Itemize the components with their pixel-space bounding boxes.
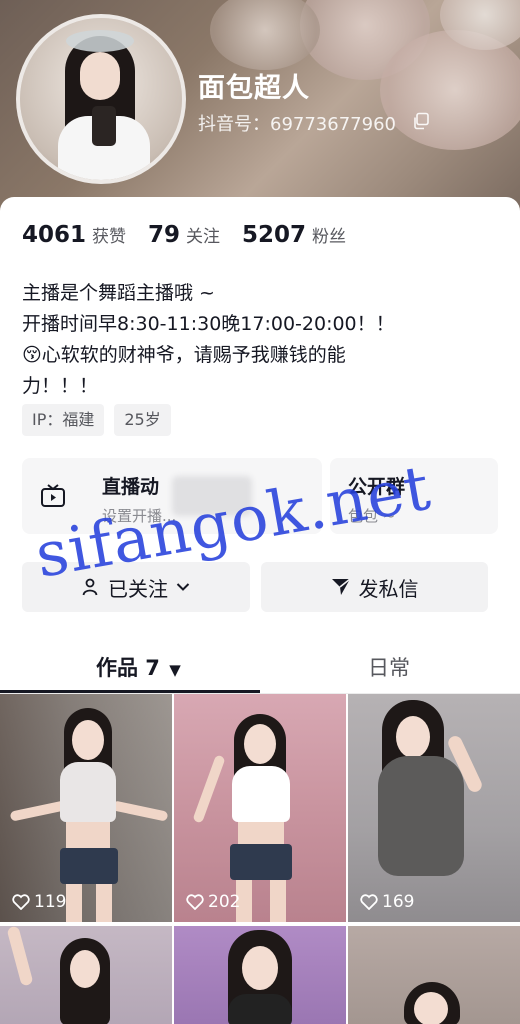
post-thumbnail[interactable]: 202 bbox=[174, 694, 346, 922]
tab-daily[interactable]: 日常 bbox=[368, 652, 410, 682]
heart-icon bbox=[186, 894, 204, 910]
heart-icon bbox=[12, 894, 30, 910]
like-count-value: 202 bbox=[208, 892, 241, 912]
profile-tags: IP：福建 25岁 bbox=[22, 404, 181, 436]
avatar[interactable] bbox=[16, 14, 186, 184]
stat-label: 关注 bbox=[186, 227, 221, 247]
bio: 主播是个舞蹈主播哦 ~ 开播时间早8:30-11:30晚17:00-20:00！… bbox=[22, 278, 432, 402]
tab-works-label: 作品 7 bbox=[96, 656, 160, 680]
chevron-down-icon bbox=[176, 582, 190, 592]
post-thumbnail[interactable]: 119 bbox=[0, 694, 172, 922]
bio-line: 主播是个舞蹈主播哦 ~ bbox=[22, 282, 215, 304]
ip-location-tag: IP：福建 bbox=[22, 404, 105, 436]
caret-down-icon: ▼ bbox=[169, 661, 181, 679]
post-thumbnail[interactable]: 169 bbox=[348, 694, 520, 922]
like-count: 169 bbox=[360, 892, 414, 912]
send-icon bbox=[331, 578, 351, 596]
bio-line: 开播时间早8:30-11:30晚17:00-20:00！！ bbox=[22, 313, 395, 335]
stat-value: 5207 bbox=[242, 222, 307, 248]
works-grid: 119 202 169 bbox=[0, 694, 520, 1024]
copy-icon[interactable] bbox=[412, 112, 430, 130]
send-message-button[interactable]: 发私信 bbox=[261, 562, 488, 612]
bio-line: 力！！！ bbox=[22, 375, 99, 397]
post-thumbnail[interactable] bbox=[174, 926, 346, 1024]
like-count: 202 bbox=[186, 892, 240, 912]
stat-likes[interactable]: 4061 获赞 bbox=[22, 222, 126, 248]
send-message-label: 发私信 bbox=[358, 576, 419, 601]
tab-works[interactable]: 作品 7 ▼ bbox=[96, 652, 181, 682]
post-thumbnail[interactable] bbox=[348, 926, 520, 1024]
post-thumbnail[interactable] bbox=[0, 926, 172, 1024]
stat-followers[interactable]: 5207 粉丝 bbox=[242, 222, 346, 248]
bio-line: 😚心软软的财神爷，请赐予我赚钱的能 bbox=[22, 344, 346, 366]
age-tag: 25岁 bbox=[114, 404, 171, 436]
heart-icon bbox=[360, 894, 378, 910]
like-count-value: 169 bbox=[382, 892, 415, 912]
content-tabs: 作品 7 ▼ 日常 bbox=[0, 640, 520, 694]
stats-row: 4061 获赞 79 关注 5207 粉丝 bbox=[22, 222, 368, 248]
banner-flower bbox=[210, 0, 320, 70]
stat-following[interactable]: 79 关注 bbox=[148, 222, 220, 248]
stat-label: 粉丝 bbox=[312, 227, 347, 247]
stat-label: 获赞 bbox=[92, 227, 127, 247]
live-tile-title: 直播动 bbox=[102, 476, 160, 498]
nickname: 面包超人 bbox=[198, 73, 310, 104]
stat-value: 4061 bbox=[22, 222, 87, 248]
like-count-value: 119 bbox=[34, 892, 67, 912]
like-count: 119 bbox=[12, 892, 66, 912]
stat-value: 79 bbox=[148, 222, 181, 248]
douyin-id: 抖音号：69773677960 bbox=[198, 114, 396, 135]
